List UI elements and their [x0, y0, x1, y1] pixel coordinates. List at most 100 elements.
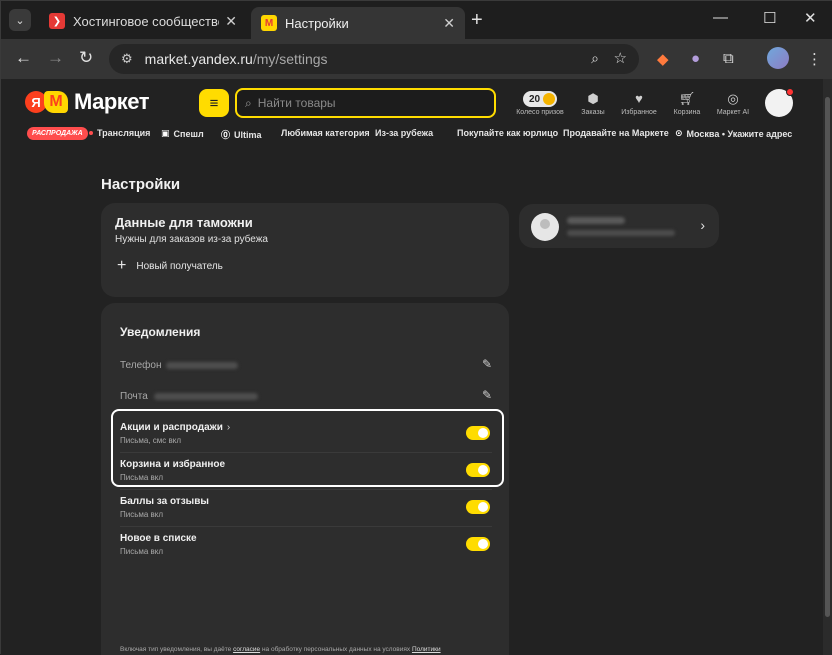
subnav-label: Спешл	[173, 128, 204, 139]
subnav-special[interactable]: ▣ Спешл	[161, 128, 204, 139]
new-in-list-toggle[interactable]	[466, 537, 490, 551]
hamburger-icon: ≡	[209, 94, 219, 112]
url-path: /my/settings	[252, 51, 328, 67]
subnav-label: Любимая категория	[281, 128, 370, 138]
customs-card: Данные для таможни Нужны для заказов из-…	[101, 203, 509, 297]
browser-toolbar: ← → ↻ ⚙ market.yandex.ru/my/settings ⌕ ☆…	[1, 39, 832, 79]
ultima-icon: ⓪	[221, 130, 231, 140]
coin-icon	[543, 93, 556, 105]
customs-title: Данные для таможни	[115, 215, 253, 230]
reload-button[interactable]: ↻	[79, 48, 93, 68]
chevron-down-icon: ⌄	[15, 14, 25, 27]
logo-m: М	[44, 91, 68, 113]
header-favorites[interactable]: ♥ Избранное	[614, 91, 664, 116]
consent-middle: на обработку персональных данных на усло…	[260, 646, 412, 653]
new-recipient-button[interactable]: + Новый получатель	[117, 257, 223, 275]
close-icon[interactable]: ✕	[225, 13, 237, 30]
maximize-button[interactable]: ☐	[763, 9, 776, 27]
back-button[interactable]: ←	[15, 48, 32, 68]
policy-link[interactable]: Политики	[412, 646, 441, 653]
minimize-button[interactable]: —	[713, 9, 728, 26]
profile-avatar[interactable]	[767, 47, 789, 69]
market-logo[interactable]: Я М Маркет	[25, 89, 150, 115]
subnav-label: Продавайте на Маркете	[563, 128, 669, 138]
ai-icon: ◎	[727, 91, 739, 106]
extension-ghost-icon[interactable]: ●	[691, 50, 700, 67]
arrow-right-icon: →	[47, 48, 64, 67]
customs-subtitle: Нужны для заказов из-за рубежа	[115, 234, 268, 245]
close-window-button[interactable]: ✕	[804, 9, 817, 27]
notification-badge	[786, 88, 794, 96]
subnav-label: Москва • Укажите адрес	[686, 128, 793, 139]
edit-pencil-icon[interactable]: ✎	[482, 388, 492, 402]
tab-settings[interactable]: М Настройки ✕	[251, 7, 465, 39]
profile-email-redacted	[567, 230, 675, 236]
orders-icon: ⬢	[587, 91, 599, 106]
subnav-label: Трансляция	[97, 128, 151, 138]
sale-badge[interactable]: РАСПРОДАЖА	[27, 127, 88, 140]
zoom-icon[interactable]: ⌕	[591, 50, 599, 67]
new-tab-button[interactable]: +	[471, 9, 483, 32]
close-icon[interactable]: ✕	[443, 15, 455, 32]
menu-dots-icon[interactable]: ⋮	[807, 50, 822, 68]
profile-name-redacted	[567, 217, 625, 224]
divider	[120, 489, 492, 490]
toggle-title: Новое в списке	[120, 533, 197, 544]
heart-icon: ♥	[635, 91, 643, 106]
plus-icon: +	[471, 9, 483, 31]
phone-redacted	[166, 361, 238, 369]
address-bar[interactable]: ⚙ market.yandex.ru/my/settings ⌕ ☆	[109, 44, 639, 74]
header-market-ai[interactable]: ◎ Маркет AI	[708, 91, 758, 116]
url-text: market.yandex.ru/my/settings	[145, 51, 328, 67]
extensions-puzzle-icon[interactable]: ⧉	[723, 50, 734, 67]
header-prize-wheel[interactable]: 20 Колесо призов	[515, 91, 565, 116]
scrollbar-thumb[interactable]	[825, 97, 830, 617]
subnav-location[interactable]: ⊙ Москва • Укажите адрес	[675, 128, 792, 139]
logo-word: Маркет	[74, 89, 150, 114]
subnav-sell[interactable]: Продавайте на Маркете	[563, 128, 669, 138]
bookmark-star-icon[interactable]: ☆	[614, 49, 627, 67]
forward-button[interactable]: →	[47, 48, 64, 68]
subnav-label: Покупайте как юрлицо	[457, 128, 559, 138]
consent-link[interactable]: согласие	[233, 646, 260, 653]
subnav-stream[interactable]: Трансляция	[89, 128, 150, 138]
profile-avatar-icon	[531, 213, 559, 241]
subnav-ultima[interactable]: ⓪ Ultima	[221, 128, 262, 141]
toggle-knob	[478, 539, 488, 549]
coin-badge: 20	[522, 91, 558, 107]
phone-row: Телефон ✎	[120, 357, 492, 373]
subnav-legal-entity[interactable]: Покупайте как юрлицо	[457, 128, 558, 138]
catalog-button[interactable]: ≡	[199, 89, 229, 117]
header-orders[interactable]: ⬢ Заказы	[568, 91, 618, 116]
page-content: Я М Маркет ≡ ⌕ 20 Колесо призов ⬢ Заказы…	[1, 79, 823, 655]
tab-search-button[interactable]: ⌄	[9, 9, 31, 31]
tab-title: Настройки	[285, 15, 349, 31]
extension-fox-icon[interactable]: ◆	[657, 50, 669, 68]
coin-count: 20	[528, 93, 541, 105]
profile-card[interactable]: ›	[519, 204, 719, 248]
divider	[120, 526, 492, 527]
phone-label: Телефон	[120, 359, 162, 371]
edit-pencil-icon[interactable]: ✎	[482, 357, 492, 371]
toggle-title: Баллы за отзывы	[120, 496, 209, 507]
site-settings-icon[interactable]: ⚙	[121, 51, 133, 67]
toggle-knob	[478, 502, 488, 512]
sub-navigation: РАСПРОДАЖА Трансляция ▣ Спешл ⓪ Ultima Люб…	[1, 125, 823, 143]
subnav-label: Из-за рубежа	[375, 128, 434, 138]
tab-hosting[interactable]: ❯ Хостинговое сообщество «Tim ✕	[39, 7, 247, 35]
subnav-abroad[interactable]: Из-за рубежа	[375, 128, 433, 138]
highlight-frame	[111, 409, 504, 487]
location-pin-icon: ⊙	[675, 128, 683, 138]
url-host: market.yandex.ru	[144, 51, 253, 67]
search-icon: ⌕	[245, 95, 252, 110]
header-cart[interactable]: 🛒︎ Корзина	[662, 91, 712, 116]
page-scrollbar[interactable]	[823, 79, 832, 655]
subnav-favorite-category[interactable]: Любимая категория	[281, 128, 370, 138]
tab-strip: ⌄ ❯ Хостинговое сообщество «Tim ✕ М Наст…	[1, 1, 832, 39]
user-avatar[interactable]	[765, 88, 794, 117]
plus-icon: +	[117, 257, 127, 274]
search-input[interactable]	[257, 96, 478, 110]
header-item-label: Корзина	[673, 109, 701, 116]
review-points-toggle[interactable]	[466, 500, 490, 514]
favicon-market-icon: М	[261, 15, 277, 31]
